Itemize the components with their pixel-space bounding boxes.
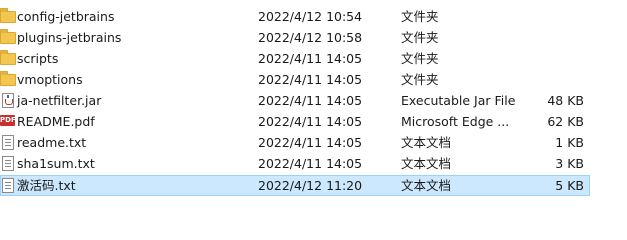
file-size: 48 KB [547,93,584,108]
file-row[interactable]: sha1sum.txt 2022/4/11 14:05 文本文档 3 KB [0,153,627,174]
file-date: 2022/4/11 14:05 [258,93,363,108]
file-type: Executable Jar File [401,93,516,108]
file-type: 文本文档 [401,156,452,171]
text-file-icon [0,155,16,172]
file-name: readme.txt [17,135,87,150]
file-list: config-jetbrains 2022/4/12 10:54 文件夹 plu… [0,0,627,205]
text-file-icon [0,134,16,151]
file-name: sha1sum.txt [17,156,95,171]
file-type: 文本文档 [401,178,452,193]
file-row-selected[interactable]: 激活码.txt 2022/4/12 11:20 文本文档 5 KB [0,175,627,196]
file-date: 2022/4/11 14:05 [258,51,363,66]
file-size: 1 KB [555,135,584,150]
file-name: 激活码.txt [17,178,76,193]
file-name: scripts [17,51,59,66]
file-date: 2022/4/12 10:54 [258,9,363,24]
file-type: 文本文档 [401,135,452,150]
folder-icon [0,50,16,67]
file-row[interactable]: config-jetbrains 2022/4/12 10:54 文件夹 [0,6,627,27]
jar-file-icon [0,92,16,109]
pdf-file-icon: PDF [0,113,16,130]
folder-icon [0,29,16,46]
file-row[interactable]: scripts 2022/4/11 14:05 文件夹 [0,48,627,69]
file-size: 3 KB [555,156,584,171]
file-type: 文件夹 [401,72,439,87]
file-date: 2022/4/12 11:20 [258,178,363,193]
file-name: ja-netfilter.jar [17,93,102,108]
file-type: 文件夹 [401,51,439,66]
file-date: 2022/4/12 10:58 [258,30,363,45]
file-date: 2022/4/11 14:05 [258,72,363,87]
file-size: 5 KB [555,178,584,193]
file-row[interactable]: readme.txt 2022/4/11 14:05 文本文档 1 KB [0,132,627,153]
file-type: 文件夹 [401,30,439,45]
file-name: config-jetbrains [17,9,115,24]
file-type: Microsoft Edge ... [401,114,510,129]
file-size: 62 KB [547,114,584,129]
file-date: 2022/4/11 14:05 [258,156,363,171]
file-date: 2022/4/11 14:05 [258,114,363,129]
file-name: plugins-jetbrains [17,30,122,45]
file-row[interactable]: ja-netfilter.jar 2022/4/11 14:05 Executa… [0,90,627,111]
file-date: 2022/4/11 14:05 [258,135,363,150]
file-name: README.pdf [17,114,95,129]
file-row[interactable]: vmoptions 2022/4/11 14:05 文件夹 [0,69,627,90]
file-name: vmoptions [17,72,83,87]
folder-icon [0,8,16,25]
file-row[interactable]: PDF README.pdf 2022/4/11 14:05 Microsoft… [0,111,627,132]
folder-icon [0,71,16,88]
file-row[interactable]: plugins-jetbrains 2022/4/12 10:58 文件夹 [0,27,627,48]
text-file-icon [0,177,16,194]
file-type: 文件夹 [401,9,439,24]
pdf-icon-label: PDF [0,115,16,126]
